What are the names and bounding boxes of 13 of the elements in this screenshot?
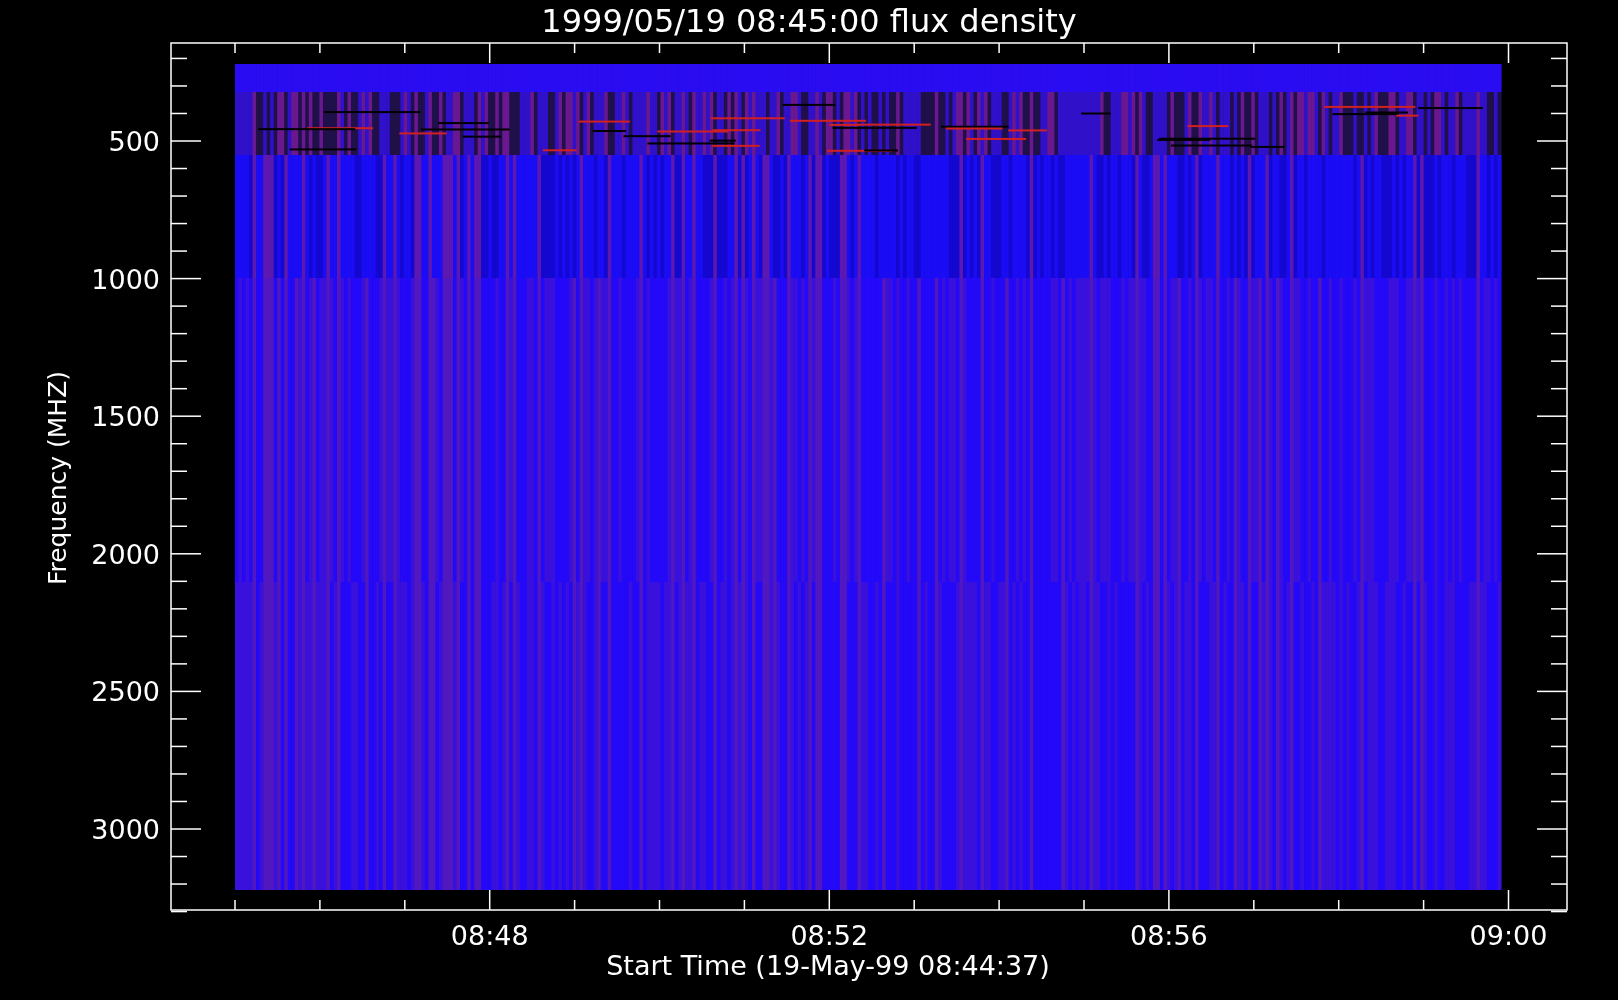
y-axis-label: Frequency (MHZ) [43,370,72,586]
x-tick-label: 08:48 [450,920,529,951]
y-tick-label: 2000 [91,538,160,570]
x-tick-label: 08:52 [790,920,869,951]
x-tick-label: 08:56 [1130,920,1208,951]
x-axis-label: Start Time (19-May-99 08:44:37) [606,950,1050,981]
y-tick-label: 3000 [91,814,160,845]
y-tick-label: 500 [108,126,160,157]
y-tick-label: 2500 [91,676,160,708]
chart-title: 1999/05/19 08:45:00 flux density [541,2,1077,40]
x-tick-label: 09:00 [1469,920,1548,951]
y-tick-label: 1000 [91,263,160,295]
y-tick-label: 1500 [91,401,160,433]
